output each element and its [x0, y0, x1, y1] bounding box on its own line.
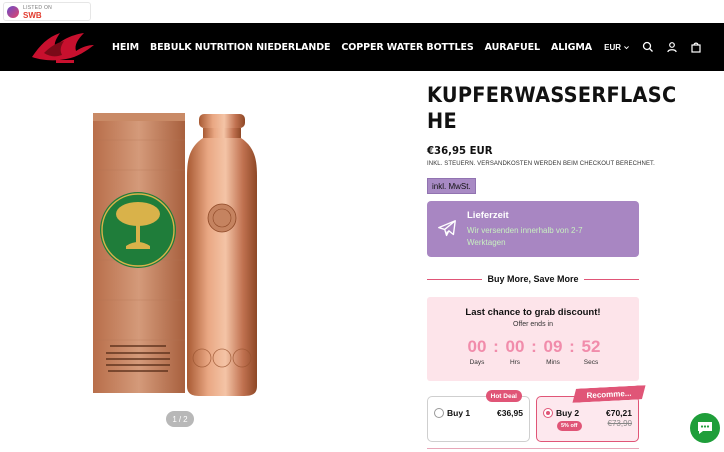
hot-deal-badge: Hot Deal	[485, 390, 522, 402]
timer-days: 00	[467, 337, 487, 356]
next-option-edge	[427, 448, 639, 452]
account-icon[interactable]	[666, 41, 678, 53]
store-logo[interactable]	[26, 27, 98, 67]
divider-right	[583, 278, 639, 280]
buy-more-heading: Buy More, Save More	[427, 272, 639, 286]
option-buy-2[interactable]: Buy 2 5% off €70,21 €73,90	[536, 396, 639, 442]
timer-separator: :	[531, 337, 537, 356]
timer-separator: :	[569, 337, 575, 356]
cart-icon[interactable]	[690, 41, 702, 53]
chat-button[interactable]	[690, 413, 720, 443]
pager-separator: /	[178, 414, 182, 424]
option-label: Buy 2	[556, 408, 580, 418]
timer-hours-label: Hrs	[509, 359, 521, 366]
option-old-price: €73,90	[607, 419, 632, 428]
product-title: KUPFERWASSERFLASC HE	[427, 82, 677, 134]
option-price: €36,95	[497, 408, 523, 418]
option-buy-1[interactable]: Hot Deal Buy 1 €36,95	[427, 390, 530, 442]
timer-minutes-label: Mins	[546, 359, 560, 366]
tax-note: INKL. STEUERN. VERSANDKOSTEN WERDEN BEIM…	[427, 161, 655, 167]
nav-item-copper-bottles[interactable]: COPPER WATER BOTTLES	[341, 42, 473, 53]
timer-seconds-label: Secs	[583, 359, 599, 366]
main-nav: HEIM BEBULK NUTRITION NIEDERLANDE COPPER…	[112, 23, 592, 71]
nav-item-bebulk[interactable]: BEBULK NUTRITION NIEDERLANDE	[150, 42, 330, 53]
swb-listed-badge[interactable]: LISTED ON SWB	[3, 2, 91, 21]
chat-bubble-icon	[698, 422, 712, 434]
timer-seconds: 52	[581, 337, 601, 356]
delivery-title: Lieferzeit	[467, 210, 509, 221]
product-image[interactable]	[80, 100, 280, 400]
buy-more-label: Buy More, Save More	[487, 274, 579, 284]
top-strip: LISTED ON SWB	[0, 0, 724, 23]
site-header: HEIM BEBULK NUTRITION NIEDERLANDE COPPER…	[0, 23, 724, 71]
countdown-timer: 00 Days : 00 Hrs : 09 Mins : 52 Secs	[463, 337, 605, 367]
option-price: €70,21	[606, 408, 632, 418]
header-actions: EUR	[604, 23, 702, 71]
pager-total: 2	[183, 414, 188, 424]
swb-brand-label: SWB	[23, 10, 42, 20]
product-price: €36,95 EUR	[427, 144, 493, 157]
timer-separator: :	[493, 337, 499, 356]
nav-item-aurafuel[interactable]: AURAFUEL	[485, 42, 540, 53]
copper-bottle	[187, 138, 257, 396]
plane-icon	[438, 220, 456, 237]
countdown-box: Last chance to grab discount! Offer ends…	[427, 297, 639, 381]
currency-selector[interactable]: EUR	[604, 43, 630, 52]
delivery-info-box: Lieferzeit Wir versenden innerhalb von 2…	[427, 201, 639, 257]
product-title-line1: KUPFERWASSERFLASC	[427, 83, 677, 107]
search-icon[interactable]	[642, 41, 654, 53]
option-radio-selected[interactable]	[543, 408, 553, 418]
option-radio[interactable]	[434, 408, 444, 418]
nav-item-heim[interactable]: HEIM	[112, 42, 139, 53]
discount-badge: 5% off	[557, 421, 582, 431]
product-title-line2: HE	[427, 109, 457, 133]
currency-label: EUR	[604, 42, 621, 52]
nav-item-aligma[interactable]: ALIGMA	[551, 42, 592, 53]
timer-hours: 00	[505, 337, 525, 356]
swb-logo-icon	[7, 5, 19, 18]
gallery-pager[interactable]: 1 / 2	[166, 411, 194, 427]
countdown-heading: Last chance to grab discount!	[465, 307, 601, 318]
vat-badge: inkl. MwSt.	[427, 178, 476, 194]
divider-left	[427, 278, 483, 280]
timer-days-label: Days	[469, 359, 485, 366]
option-label: Buy 1	[447, 408, 471, 418]
delivery-text: Wir versenden innerhalb von 2-7 Werktage…	[467, 226, 583, 247]
timer-minutes: 09	[543, 337, 563, 356]
bottle-cap	[199, 114, 245, 128]
countdown-subheading: Offer ends in	[513, 321, 553, 328]
chevron-down-icon	[624, 45, 629, 49]
pager-current: 1	[172, 414, 177, 424]
